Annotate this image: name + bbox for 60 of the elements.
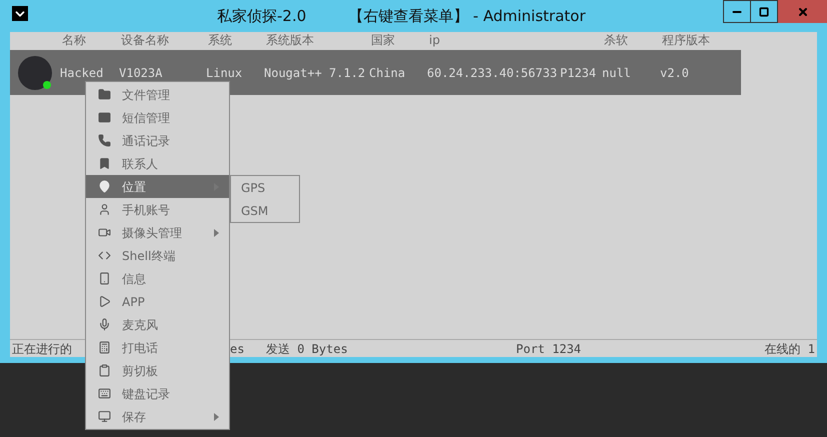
- keyboard-icon: [98, 387, 110, 400]
- video-camera-icon: [98, 226, 110, 239]
- maximize-icon: [759, 6, 769, 16]
- table-cell: v2.0: [660, 66, 689, 80]
- column-header: 杀软: [604, 33, 628, 47]
- table-cell: Nougat++ 7.1.2: [264, 66, 366, 80]
- table-cell: Hacked: [60, 66, 104, 80]
- table-cell: null: [602, 66, 631, 80]
- submenu-item[interactable]: GSM: [231, 199, 299, 222]
- play-icon: [98, 295, 110, 308]
- window-title: 私家侦探-2.0: [217, 6, 306, 27]
- map-pin-icon: [98, 180, 110, 193]
- online-count: 在线的 1: [764, 340, 816, 358]
- menu-item[interactable]: 联系人: [86, 152, 229, 175]
- table-cell: China: [369, 66, 406, 80]
- menu-item[interactable]: 剪切板: [86, 359, 229, 382]
- maximize-button[interactable]: [751, 0, 778, 23]
- close-button[interactable]: [778, 0, 827, 23]
- column-header: ip: [429, 33, 440, 47]
- menu-item[interactable]: 麦克风: [86, 313, 229, 336]
- column-header: 程序版本: [662, 33, 710, 47]
- bookmark-icon: [98, 157, 110, 170]
- table-cell: Linux: [206, 66, 242, 80]
- menu-item[interactable]: 通话记录: [86, 129, 229, 152]
- column-header: 名称: [62, 33, 86, 47]
- table-cell: 60.24.233.40:56733: [427, 66, 558, 80]
- close-icon: [796, 6, 808, 18]
- menu-item[interactable]: 位置: [86, 175, 229, 198]
- column-header: 国家: [371, 33, 395, 47]
- phone-outline-icon: [98, 272, 110, 285]
- menu-item[interactable]: 保存: [86, 405, 229, 428]
- menu-item[interactable]: 短信管理: [86, 106, 229, 129]
- code-icon: [98, 249, 110, 262]
- submenu-item[interactable]: GPS: [231, 176, 299, 199]
- table-cell: V1023A: [119, 66, 162, 80]
- folder-icon: [98, 88, 110, 101]
- status-text: es: [230, 342, 244, 356]
- window-subtitle: 【右键查看菜单】 - Administrator: [348, 6, 586, 27]
- column-header: 系统版本: [266, 33, 314, 47]
- column-header: 系统: [208, 33, 232, 47]
- menu-item[interactable]: Shell终端: [86, 244, 229, 267]
- clipboard-icon: [98, 364, 110, 377]
- menu-item[interactable]: 手机账号: [86, 198, 229, 221]
- menu-item[interactable]: 打电话: [86, 336, 229, 359]
- column-header: 设备名称: [121, 33, 169, 47]
- minimize-button[interactable]: [723, 0, 751, 23]
- menu-item[interactable]: 摄像头管理: [86, 221, 229, 244]
- phone-icon: [98, 134, 110, 147]
- port-label: Port 1234: [516, 340, 582, 358]
- menu-item[interactable]: APP: [86, 290, 229, 313]
- microphone-icon: [98, 318, 110, 331]
- menu-item[interactable]: 信息: [86, 267, 229, 290]
- monitor-icon: [98, 410, 110, 423]
- user-icon: [98, 203, 110, 216]
- menu-item[interactable]: 键盘记录: [86, 382, 229, 405]
- app-icon: [12, 6, 28, 21]
- status-text: 正在进行的: [12, 342, 72, 356]
- calculator-icon: [98, 341, 110, 354]
- sent-bytes: 发送 0 Bytes: [266, 340, 349, 358]
- table-cell: P1234: [560, 66, 596, 80]
